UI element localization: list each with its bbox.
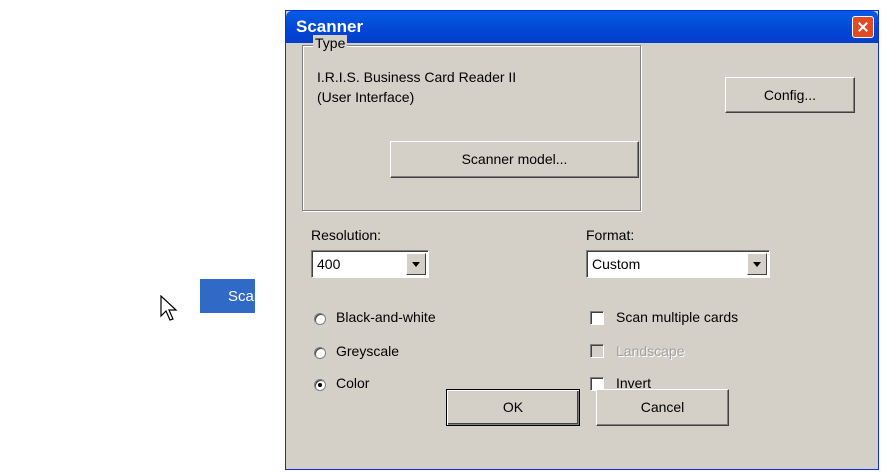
checkbox-scan-multiple-cards[interactable] — [590, 311, 604, 325]
scanner-type-interface: (User Interface) — [317, 89, 415, 105]
mouse-cursor-icon — [160, 295, 178, 321]
type-legend: Type — [313, 35, 348, 51]
format-label: Format: — [586, 227, 635, 243]
radio-label-color[interactable]: Color — [336, 375, 369, 391]
radio-black-and-white[interactable] — [314, 313, 326, 325]
radio-label-greyscale[interactable]: Greyscale — [336, 343, 399, 359]
checkbox-label-scan-multiple-cards[interactable]: Scan multiple cards — [616, 309, 738, 325]
checkbox-landscape — [590, 344, 604, 358]
resolution-value: 400 — [317, 256, 341, 272]
radio-color[interactable] — [314, 379, 326, 391]
radio-label-black-and-white[interactable]: Black-and-white — [336, 309, 436, 325]
format-select[interactable]: Custom — [586, 250, 770, 278]
dialog-title: Scanner — [296, 17, 364, 36]
resolution-label: Resolution: — [311, 227, 382, 243]
radio-greyscale[interactable] — [314, 347, 326, 359]
title-bar[interactable]: Scanner — [286, 11, 878, 43]
scanner-type-name: I.R.I.S. Business Card Reader II — [317, 69, 517, 85]
format-value: Custom — [592, 256, 641, 272]
close-icon[interactable] — [852, 16, 874, 38]
cancel-button[interactable]: Cancel — [596, 389, 729, 426]
scanner-dialog: Scanner Type I.R.I.S. Business Card Read… — [285, 10, 879, 470]
ok-button[interactable]: OK — [446, 389, 580, 426]
checkbox-label-landscape: Landscape — [616, 343, 685, 359]
config-button[interactable]: Config... — [725, 77, 855, 113]
resolution-select[interactable]: 400 — [311, 250, 429, 278]
scanner-model-button[interactable]: Scanner model... — [390, 141, 639, 178]
chevron-down-icon[interactable] — [406, 253, 426, 275]
chevron-down-icon[interactable] — [747, 253, 767, 275]
